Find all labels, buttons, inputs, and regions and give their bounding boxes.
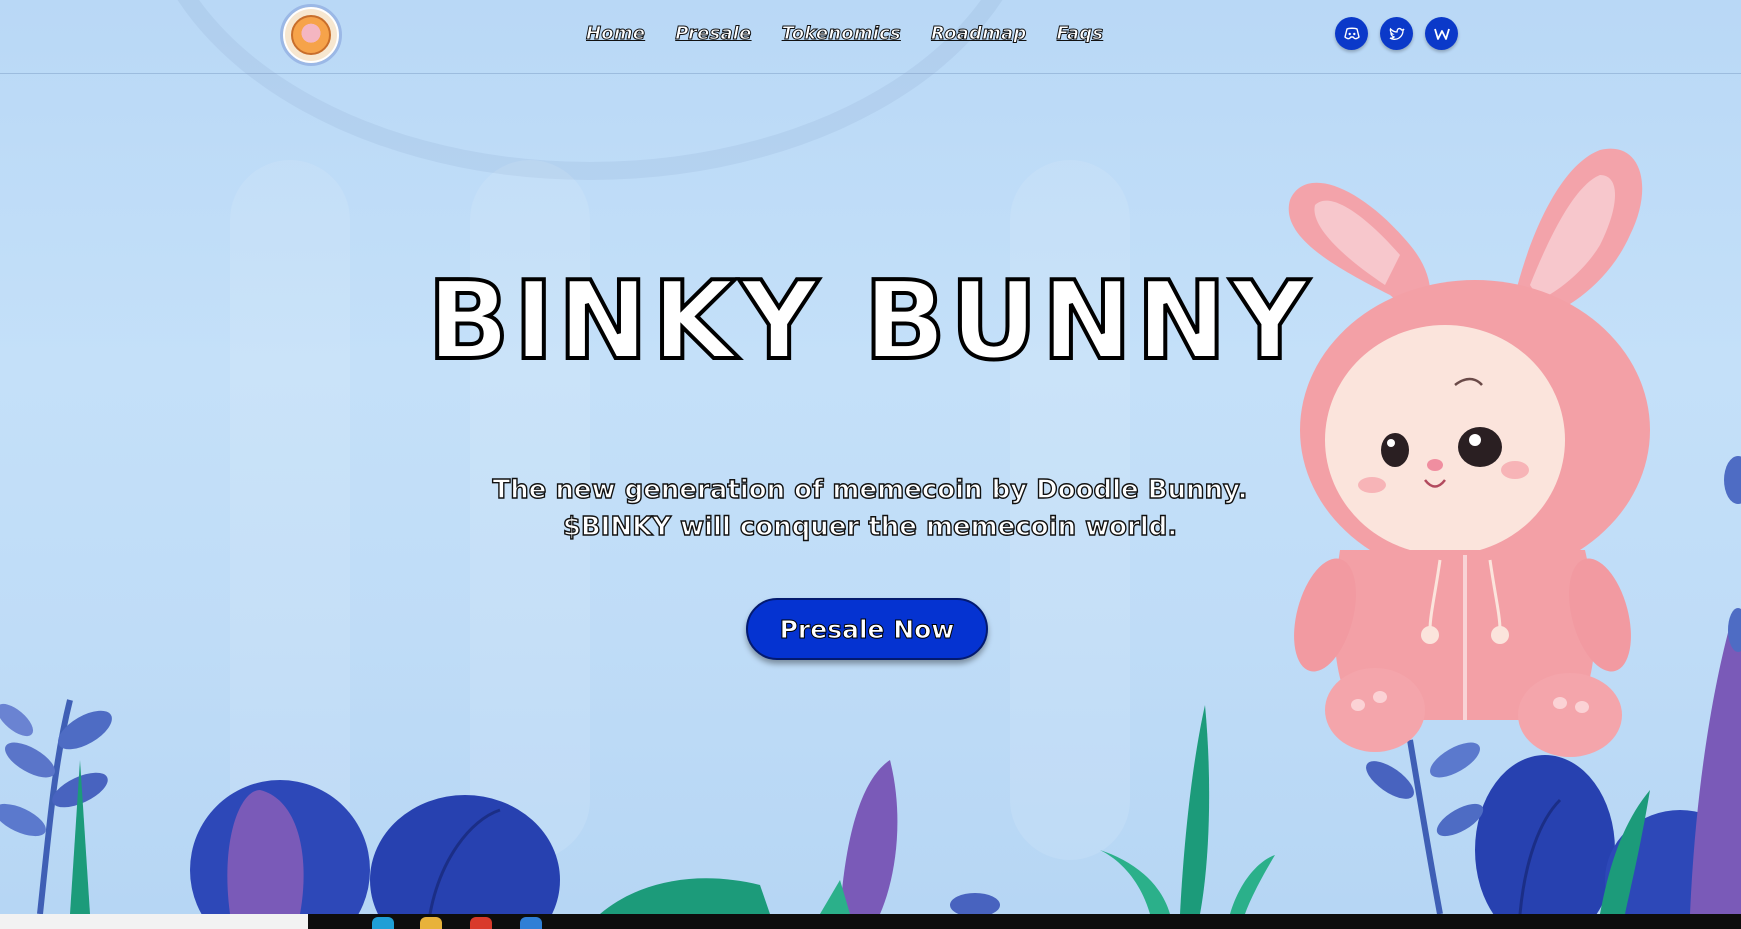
nav-faqs[interactable]: Faqs bbox=[1056, 22, 1104, 44]
os-taskbar bbox=[0, 914, 1741, 929]
hero-subtitle: The new generation of memecoin by Doodle… bbox=[430, 472, 1310, 546]
discord-icon bbox=[1343, 27, 1360, 39]
presale-now-button[interactable]: Presale Now bbox=[746, 598, 988, 660]
site-header: Home Presale Tokenomics Roadmap Faqs bbox=[0, 0, 1741, 74]
hero-subtitle-line-2: $BINKY will conquer the memecoin world. bbox=[562, 511, 1178, 542]
nav-tokenomics[interactable]: Tokenomics bbox=[781, 22, 901, 44]
nav-home[interactable]: Home bbox=[585, 22, 645, 44]
logo-emblem-icon bbox=[291, 15, 331, 55]
nav-roadmap[interactable]: Roadmap bbox=[930, 22, 1026, 44]
twitter-icon bbox=[1389, 27, 1405, 40]
hero-title: BINKY BUNNY bbox=[425, 259, 1313, 384]
twitter-button[interactable] bbox=[1380, 17, 1413, 50]
web-button[interactable] bbox=[1425, 17, 1458, 50]
hero-subtitle-line-1: The new generation of memecoin by Doodle… bbox=[492, 474, 1248, 505]
edge-icon[interactable] bbox=[372, 917, 394, 929]
chrome-icon[interactable] bbox=[470, 917, 492, 929]
discord-button[interactable] bbox=[1335, 17, 1368, 50]
nav-presale[interactable]: Presale bbox=[675, 22, 752, 44]
binky-logo[interactable] bbox=[280, 4, 342, 66]
social-links bbox=[1335, 17, 1458, 50]
vscode-icon[interactable] bbox=[520, 917, 542, 929]
presale-now-label: Presale Now bbox=[779, 614, 955, 644]
folder-icon[interactable] bbox=[420, 917, 442, 929]
hero-section: Home Presale Tokenomics Roadmap Faqs BIN… bbox=[0, 0, 1741, 914]
bunny-mascot-illustration bbox=[1288, 148, 1650, 757]
web-icon bbox=[1433, 28, 1450, 40]
taskbar-search-area[interactable] bbox=[0, 914, 308, 929]
main-nav: Home Presale Tokenomics Roadmap Faqs bbox=[585, 18, 1104, 48]
